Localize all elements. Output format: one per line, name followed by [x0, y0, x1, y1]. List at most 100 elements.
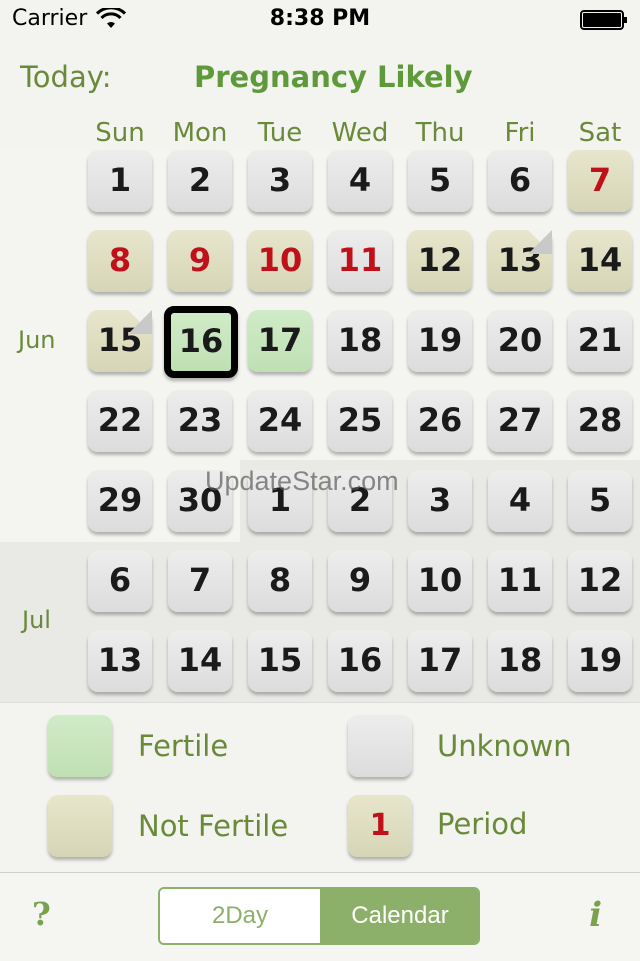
calendar-day-cell[interactable]: 10	[248, 230, 312, 292]
legend-label-period: Period	[437, 807, 528, 841]
calendar-day-number: 7	[588, 161, 612, 199]
info-button[interactable]: i	[589, 895, 602, 935]
calendar-day-cell[interactable]: 10	[408, 550, 472, 612]
calendar-day-number: 19	[577, 641, 623, 679]
calendar-day-number: 25	[337, 401, 383, 439]
calendar-day-number: 3	[268, 161, 292, 199]
calendar-day-cell[interactable]: 5	[408, 150, 472, 212]
legend-label-unknown: Unknown	[437, 729, 572, 763]
calendar-day-number: 2	[188, 161, 212, 199]
calendar-day-cell[interactable]: 29	[88, 470, 152, 532]
status-bar: Carrier 8:38 PM	[0, 0, 640, 40]
calendar-day-cell[interactable]: 13	[88, 630, 152, 692]
calendar-day-cell[interactable]: 7	[568, 150, 632, 212]
calendar-day-number: 21	[577, 321, 623, 359]
calendar-day-number: 6	[108, 561, 132, 599]
weekday-thu: Thu	[415, 118, 465, 148]
calendar-day-cell[interactable]: 17	[408, 630, 472, 692]
calendar-day-number: 12	[577, 561, 623, 599]
calendar-day-cell[interactable]: 25	[328, 390, 392, 452]
calendar-day-number: 3	[428, 481, 452, 519]
calendar-day-number: 19	[417, 321, 463, 359]
calendar-day-cell[interactable]: 6	[88, 550, 152, 612]
calendar-day-cell[interactable]: 24	[248, 390, 312, 452]
calendar-day-number: 11	[497, 561, 543, 599]
calendar-day-number: 16	[337, 641, 383, 679]
legend-swatch-period: 1	[348, 795, 412, 857]
calendar-day-cell[interactable]: 11	[488, 550, 552, 612]
calendar-day-number: 17	[257, 321, 303, 359]
calendar-day-cell[interactable]: 17	[248, 310, 312, 372]
calendar-day-cell[interactable]: 18	[328, 310, 392, 372]
calendar-day-cell[interactable]: 20	[488, 310, 552, 372]
calendar-day-cell[interactable]: 15	[248, 630, 312, 692]
calendar-day-cell[interactable]: 26	[408, 390, 472, 452]
calendar-day-cell[interactable]: 23	[168, 390, 232, 452]
calendar-day-cell[interactable]: 14	[568, 230, 632, 292]
legend-label-fertile: Fertile	[138, 729, 229, 763]
calendar-day-number: 10	[417, 561, 463, 599]
calendar-day-number: 27	[497, 401, 543, 439]
calendar-day-cell[interactable]: 8	[248, 550, 312, 612]
legend: Fertile Unknown Not Fertile 1 Period	[0, 702, 640, 873]
calendar-day-cell[interactable]: 1	[88, 150, 152, 212]
clock: 8:38 PM	[269, 6, 371, 31]
calendar-day-cell[interactable]: 4	[328, 150, 392, 212]
calendar-day-cell[interactable]: 18	[488, 630, 552, 692]
calendar-day-cell[interactable]: 9	[168, 230, 232, 292]
watermark: UpdateStar.com	[205, 466, 399, 496]
calendar-day-number: 10	[257, 241, 303, 279]
calendar-day-number: 1	[108, 161, 132, 199]
calendar-day-cell[interactable]: 19	[408, 310, 472, 372]
calendar-day-cell[interactable]: 12	[408, 230, 472, 292]
weekday-mon: Mon	[172, 118, 228, 148]
help-button[interactable]: ?	[32, 895, 51, 933]
calendar-day-number: 14	[577, 241, 623, 279]
calendar-day-cell[interactable]: 7	[168, 550, 232, 612]
calendar-day-number: 15	[257, 641, 303, 679]
legend-label-not-fertile: Not Fertile	[138, 809, 289, 843]
month-label-jun: Jun	[18, 326, 56, 354]
legend-swatch-not-fertile	[48, 795, 112, 857]
calendar-day-cell[interactable]: 14	[168, 630, 232, 692]
weekday-sat: Sat	[578, 118, 622, 148]
segment-2day[interactable]: 2Day	[160, 889, 320, 943]
calendar-day-cell[interactable]: 19	[568, 630, 632, 692]
calendar-day-cell[interactable]: 27	[488, 390, 552, 452]
segment-calendar[interactable]: Calendar	[320, 889, 478, 943]
calendar-day-number: 24	[257, 401, 303, 439]
calendar-day-cell[interactable]: 16	[328, 630, 392, 692]
weekday-sun: Sun	[95, 118, 145, 148]
calendar-day-cell[interactable]: 15	[88, 310, 152, 372]
calendar-day-number: 5	[428, 161, 452, 199]
calendar-day-cell[interactable]: 8	[88, 230, 152, 292]
calendar-day-number: 14	[177, 641, 223, 679]
calendar-day-cell[interactable]: 12	[568, 550, 632, 612]
weekday-header: Sun Mon Tue Wed Thu Fri Sat	[80, 118, 640, 154]
view-segmented-control: 2Day Calendar	[158, 887, 480, 945]
legend-swatch-unknown	[348, 715, 412, 777]
calendar-day-cell[interactable]: 28	[568, 390, 632, 452]
calendar-day-cell[interactable]: 4	[488, 470, 552, 532]
calendar-day-cell[interactable]: 5	[568, 470, 632, 532]
calendar-day-cell[interactable]: 21	[568, 310, 632, 372]
calendar-day-cell[interactable]: 6	[488, 150, 552, 212]
calendar-day-number: 4	[348, 161, 372, 199]
calendar-day-cell[interactable]: 11	[328, 230, 392, 292]
calendar-day-cell[interactable]: 2	[168, 150, 232, 212]
calendar-day-number: 6	[508, 161, 532, 199]
calendar-day-cell[interactable]: 3	[408, 470, 472, 532]
weekday-fri: Fri	[504, 118, 536, 148]
calendar-day-cell[interactable]: 13	[488, 230, 552, 292]
calendar-day-cell[interactable]: 3	[248, 150, 312, 212]
calendar-day-cell[interactable]: 16	[164, 306, 238, 378]
calendar-day-number: 8	[108, 241, 132, 279]
calendar-day-number: 16	[178, 322, 224, 360]
weekday-wed: Wed	[331, 118, 389, 148]
calendar-day-number: 13	[97, 641, 143, 679]
calendar-day-cell[interactable]: 22	[88, 390, 152, 452]
calendar-day-number: 23	[177, 401, 223, 439]
calendar-day-number: 20	[497, 321, 543, 359]
note-fold-icon	[528, 230, 552, 254]
calendar-day-cell[interactable]: 9	[328, 550, 392, 612]
